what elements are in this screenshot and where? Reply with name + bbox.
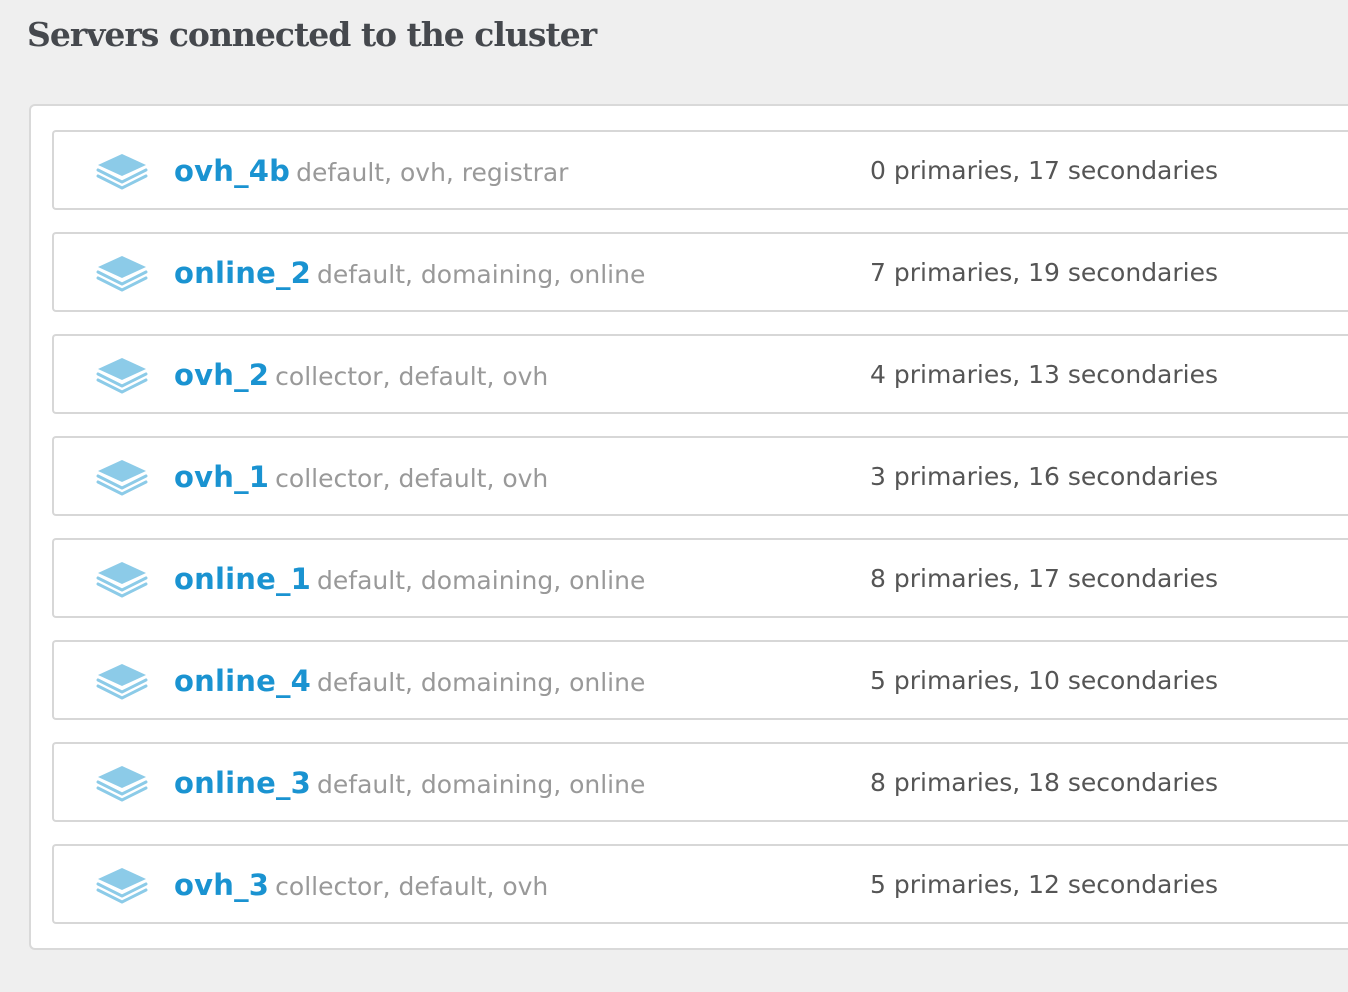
server-row[interactable]: ovh_1 collector, default, ovh 3 primaries…: [52, 436, 1348, 516]
server-list: ovh_4b default, ovh, registrar 0 primarie…: [52, 130, 1348, 946]
server-name: online_3: [174, 766, 312, 800]
layers-icon: [95, 152, 149, 192]
server-name-link[interactable]: ovh_3 collector, default, ovh: [174, 865, 548, 907]
server-row[interactable]: ovh_3 collector, default, ovh 5 primaries…: [52, 844, 1348, 924]
server-tags: default, domaining, online: [317, 566, 646, 595]
layers-icon: [95, 866, 149, 906]
layers-icon: [95, 254, 149, 294]
server-stats: 5 primaries, 10 secondaries: [870, 666, 1219, 695]
server-stats: 5 primaries, 12 secondaries: [870, 870, 1219, 899]
server-tags: default, domaining, online: [317, 260, 646, 289]
layers-icon: [95, 356, 149, 396]
layers-icon: [95, 458, 149, 498]
server-row[interactable]: online_1 default, domaining, online 8 pri…: [52, 538, 1348, 618]
layers-icon: [95, 662, 149, 702]
server-row[interactable]: online_2 default, domaining, online 7 pri…: [52, 232, 1348, 312]
server-name-link[interactable]: online_2 default, domaining, online: [174, 253, 645, 295]
server-name: ovh_3: [174, 868, 270, 902]
server-name-link[interactable]: online_1 default, domaining, online: [174, 559, 645, 601]
layers-icon: [95, 560, 149, 600]
server-name-link[interactable]: ovh_1 collector, default, ovh: [174, 457, 548, 499]
server-name-link[interactable]: online_3 default, domaining, online: [174, 763, 645, 805]
server-name-link[interactable]: ovh_4b default, ovh, registrar: [174, 151, 568, 193]
page-title: Servers connected to the cluster: [27, 15, 597, 54]
server-tags: default, domaining, online: [317, 770, 646, 799]
server-stats: 8 primaries, 17 secondaries: [870, 564, 1219, 593]
server-name: ovh_4b: [174, 154, 291, 188]
server-stats: 7 primaries, 19 secondaries: [870, 258, 1219, 287]
server-stats: 3 primaries, 16 secondaries: [870, 462, 1219, 491]
server-row[interactable]: ovh_2 collector, default, ovh 4 primaries…: [52, 334, 1348, 414]
server-tags: collector, default, ovh: [275, 362, 549, 391]
server-name: online_2: [174, 256, 312, 290]
server-name: ovh_1: [174, 460, 270, 494]
server-stats: 4 primaries, 13 secondaries: [870, 360, 1219, 389]
server-tags: default, ovh, registrar: [296, 158, 569, 187]
server-tags: default, domaining, online: [317, 668, 646, 697]
server-name: ovh_2: [174, 358, 270, 392]
server-row[interactable]: ovh_4b default, ovh, registrar 0 primarie…: [52, 130, 1348, 210]
server-name: online_1: [174, 562, 312, 596]
server-row[interactable]: online_4 default, domaining, online 5 pri…: [52, 640, 1348, 720]
server-name: online_4: [174, 664, 312, 698]
server-stats: 8 primaries, 18 secondaries: [870, 768, 1219, 797]
server-stats: 0 primaries, 17 secondaries: [870, 156, 1219, 185]
server-name-link[interactable]: ovh_2 collector, default, ovh: [174, 355, 548, 397]
server-name-link[interactable]: online_4 default, domaining, online: [174, 661, 645, 703]
server-row[interactable]: online_3 default, domaining, online 8 pri…: [52, 742, 1348, 822]
layers-icon: [95, 764, 149, 804]
server-tags: collector, default, ovh: [275, 872, 549, 901]
server-tags: collector, default, ovh: [275, 464, 549, 493]
